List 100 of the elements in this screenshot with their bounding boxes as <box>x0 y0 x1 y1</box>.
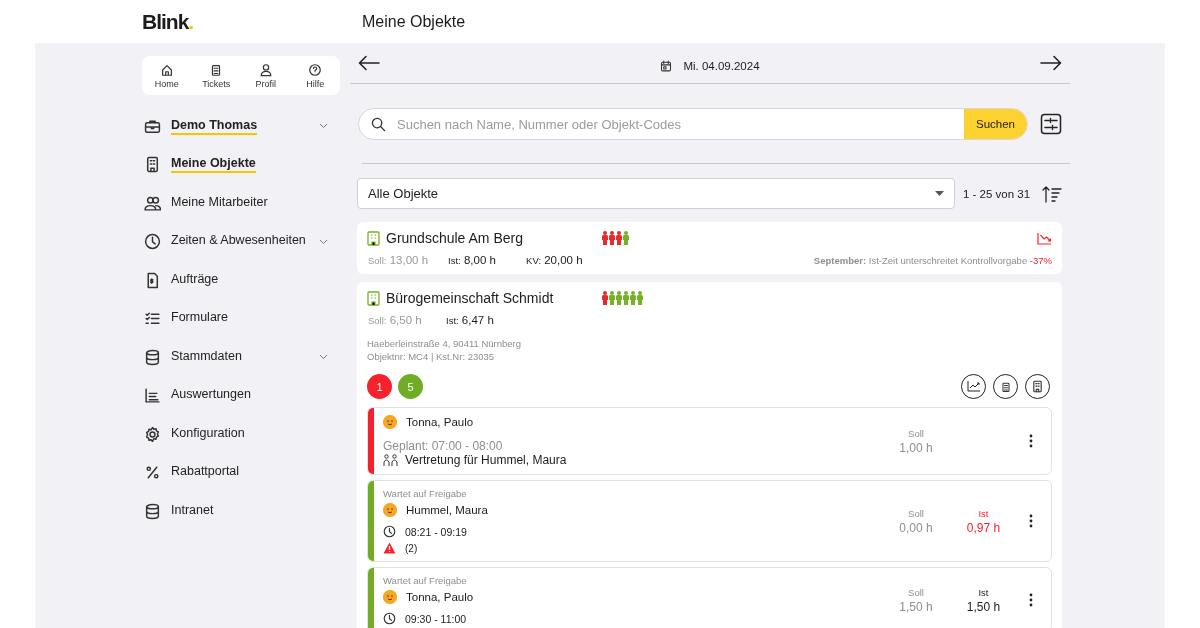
sidebar-item-label: Auswertungen <box>171 387 251 404</box>
sidebar-item-label: Konfiguration <box>171 425 245 442</box>
chevron-down-icon[interactable] <box>319 123 328 130</box>
sidebar-item[interactable]: Formulare <box>142 299 340 338</box>
sidebar-item-label: Intranet <box>171 502 214 519</box>
building-icon <box>367 230 380 246</box>
sidebar-item-label: Stammdaten <box>171 348 242 365</box>
people-icon <box>144 194 161 212</box>
chart-icon <box>144 387 161 405</box>
dropdown-caret-icon <box>935 191 944 196</box>
assignment-card[interactable]: Wartet auf Freigabe Hummel, Maura 08:21 - 09:19 (2) Soll 0,00 h Ist 0,97 h <box>367 480 1052 562</box>
soll-value: Soll: 13,00 h <box>368 254 429 266</box>
settings-icon <box>144 425 161 443</box>
planned-time: Geplant: 07:00 - 08:00 <box>383 439 504 453</box>
building-icon <box>144 156 161 174</box>
arrow-right-icon[interactable] <box>1040 55 1062 71</box>
sidebar-item-label: Formulare <box>171 310 228 327</box>
notice-text: September: Ist-Zeit unterschreitet Kontrollvorgabe -37% <box>813 255 1052 266</box>
nav-tab-label: Tickets <box>202 78 231 89</box>
sidebar-item[interactable]: Aufträge <box>142 261 340 300</box>
building-icon <box>1031 380 1044 393</box>
clock-icon <box>144 233 161 251</box>
date-label: Mi. 04.09.2024 <box>683 60 760 72</box>
help-icon <box>308 62 323 77</box>
page-title: Meine Objekte <box>362 12 466 31</box>
chevron-down-icon[interactable] <box>319 238 328 245</box>
arrow-left-icon[interactable] <box>358 55 380 71</box>
sidebar-item-label: Rabattportal <box>171 464 240 481</box>
count-badge[interactable]: 1 <box>367 374 392 399</box>
home-icon <box>159 62 174 77</box>
sidebar-item[interactable]: Zeiten & Abwesenheiten <box>142 222 340 261</box>
nav-tab[interactable]: Hilfe <box>290 62 340 89</box>
nav-tab[interactable]: Profil <box>241 62 291 89</box>
employee-name[interactable]: Tonna, Paulo <box>406 591 474 603</box>
soll-value: Soll 1,50 h <box>898 585 934 615</box>
person-icon <box>258 62 273 77</box>
filter-settings-icon[interactable] <box>1040 113 1062 135</box>
chevron-down-icon[interactable] <box>319 354 328 361</box>
avatar-icon <box>383 590 397 604</box>
soll-value: Soll 0,00 h <box>898 506 934 536</box>
sidebar-item[interactable]: Meine Objekte <box>142 145 340 184</box>
database-icon <box>144 502 161 520</box>
sidebar-item[interactable]: Rabattportal <box>142 453 340 492</box>
object-codes-text: Objektnr: MC4 | Kst.Nr: 23035 <box>367 350 496 363</box>
search-field[interactable]: Suchen nach Name, Nummer oder Objekt-Codes Suchen <box>358 108 1028 140</box>
time-range: 08:21 - 09:19 <box>405 525 467 538</box>
pagination-label: 1 - 25 von 31 <box>963 187 1031 200</box>
time-range: 09:30 - 11:00 <box>405 612 467 625</box>
warning-icon <box>383 542 396 554</box>
ist-value: Ist: 8,00 h <box>448 254 497 266</box>
building-icon <box>367 290 380 306</box>
sidebar-item[interactable]: Demo Thomas <box>142 107 340 146</box>
avatar-icon <box>383 415 397 429</box>
sidebar-item[interactable]: Stammdaten <box>142 338 340 377</box>
assignment-card[interactable]: Wartet auf Freigabe Tonna, Paulo 09:30 - 11:00 Soll 1,50 h Ist 1,50 h <box>367 567 1052 628</box>
sort-icon[interactable] <box>1042 184 1062 203</box>
avatar-icon <box>383 503 397 517</box>
more-menu-icon[interactable] <box>1029 593 1033 607</box>
more-menu-icon[interactable] <box>1029 514 1033 528</box>
sidebar-item-label: Demo Thomas <box>171 117 258 135</box>
object-name[interactable]: Grundschule Am Berg <box>386 230 602 246</box>
substitution-icon <box>383 453 398 467</box>
nav-tab[interactable]: Tickets <box>191 62 241 89</box>
search-icon <box>371 116 386 132</box>
more-menu-icon[interactable] <box>1029 434 1033 448</box>
sidebar-item[interactable]: Konfiguration <box>142 415 340 454</box>
database-icon <box>144 348 161 366</box>
object-name[interactable]: Bürogemeinschaft Schmidt <box>386 290 602 306</box>
object-filter-dropdown[interactable]: Alle Objekte <box>357 178 955 209</box>
clock-icon <box>383 612 396 625</box>
sidebar-item-label: Zeiten & Abwesenheiten <box>171 233 306 250</box>
sidebar-item-label: Meine Mitarbeiter <box>171 194 268 211</box>
ist-value: Ist: 6,47 h <box>446 314 495 326</box>
substitution-note: Vertretung für Hummel, Maura <box>405 453 567 467</box>
sidebar-item[interactable]: Intranet <box>142 492 340 531</box>
briefcase-icon <box>144 117 161 135</box>
trend-up-icon <box>967 381 980 392</box>
kv-value: KV: 20,00 h <box>526 254 584 266</box>
ist-value: Ist 1,50 h <box>965 585 1002 615</box>
ist-value: Ist 0,97 h <box>965 506 1002 536</box>
sidebar-item-label: Meine Objekte <box>171 156 256 174</box>
nav-tab-label: Home <box>154 78 179 89</box>
logo: Blink. <box>141 9 195 34</box>
employee-name[interactable]: Tonna, Paulo <box>406 416 474 428</box>
status-label: Wartet auf Freigabe <box>383 488 468 499</box>
nav-tab-label: Hilfe <box>306 78 325 89</box>
sidebar-item[interactable]: Auswertungen <box>142 376 340 415</box>
status-label: Wartet auf Freigabe <box>383 575 468 586</box>
search-button[interactable]: Suchen <box>964 109 1027 139</box>
assignment-card[interactable]: Tonna, Paulo Geplant: 07:00 - 08:00 Vertretung für Hummel, Maura Soll 1,00 h <box>367 407 1052 475</box>
percent-icon <box>144 464 161 482</box>
soll-value: Soll 1,00 h <box>898 426 934 456</box>
sidebar-item[interactable]: Meine Mitarbeiter <box>142 184 340 223</box>
sidebar-item-label: Aufträge <box>171 271 219 288</box>
nav-tab[interactable]: Home <box>142 62 192 89</box>
employee-name[interactable]: Hummel, Maura <box>406 504 488 516</box>
warning-count: (2) <box>405 542 418 554</box>
address-text: Haeberleinstraße 4, 90411 Nürnberg <box>367 337 523 350</box>
clock-icon <box>383 525 396 538</box>
nav-tab-label: Profil <box>255 78 276 89</box>
